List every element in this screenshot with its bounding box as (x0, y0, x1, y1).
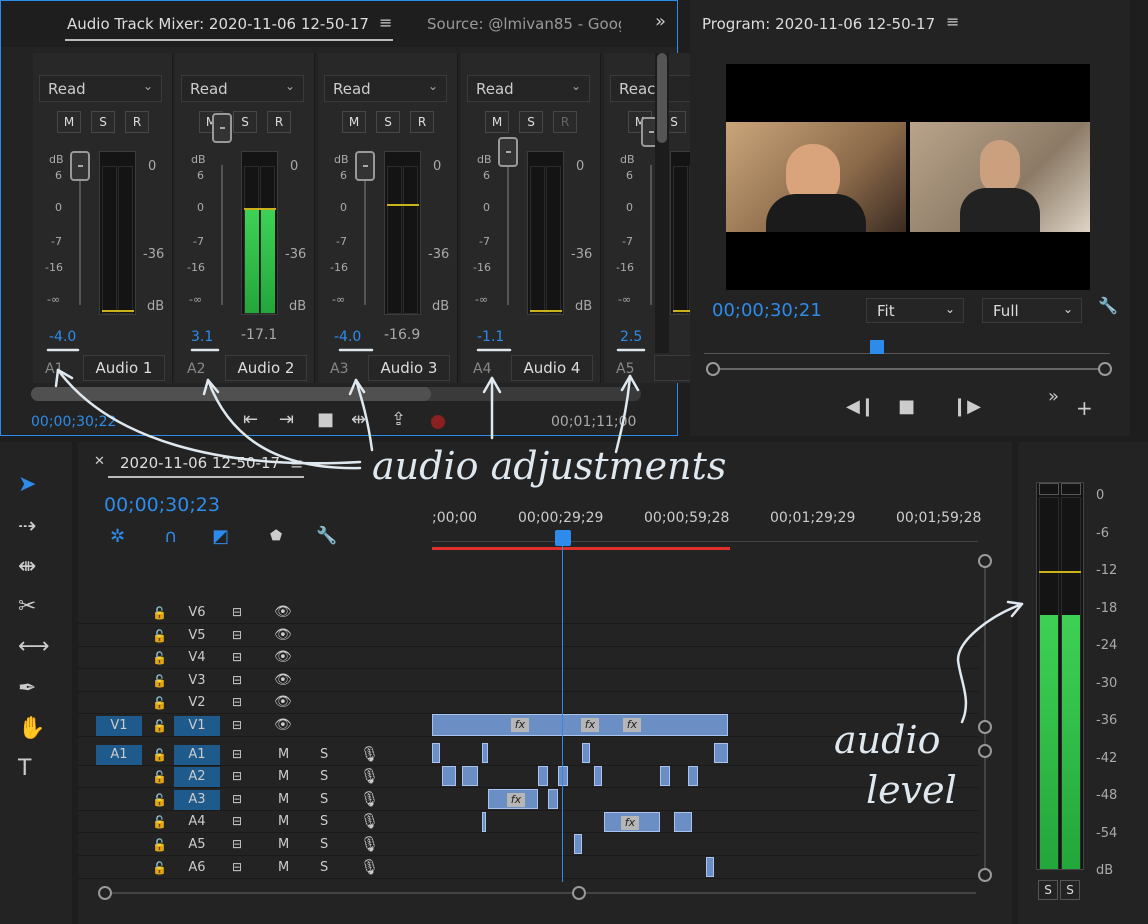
annotation-audio-level-line2: level (866, 768, 957, 812)
annotation-audio-adjustments: audio adjustments (372, 444, 727, 488)
annotation-audio-level-line1: audio (834, 718, 941, 762)
